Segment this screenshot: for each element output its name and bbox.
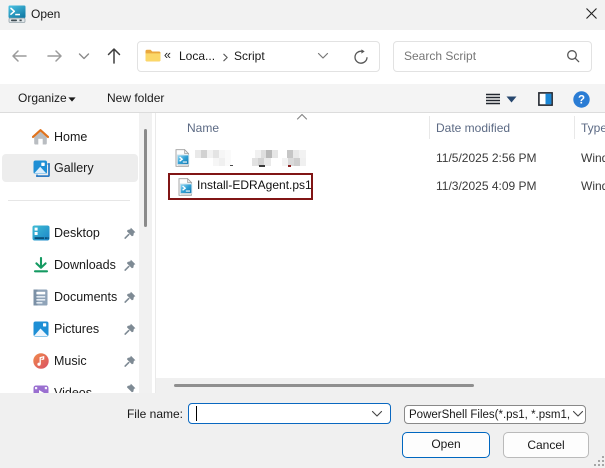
svg-text:?: ? — [578, 95, 585, 107]
